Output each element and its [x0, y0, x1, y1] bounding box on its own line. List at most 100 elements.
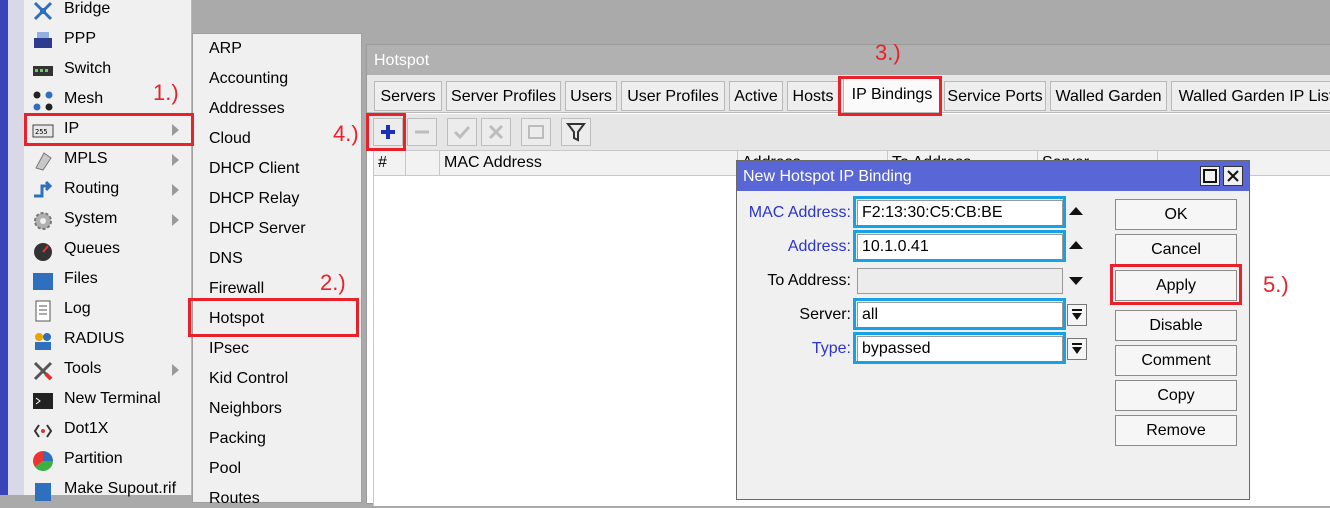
tab-service-ports[interactable]: Service Ports — [944, 81, 1046, 111]
tab-servers[interactable]: Servers — [374, 81, 442, 111]
filter-button[interactable] — [561, 118, 591, 146]
copy-button[interactable]: Copy — [1115, 380, 1237, 411]
submenu-item-firewall[interactable]: Firewall — [209, 280, 264, 298]
switch-icon — [33, 66, 53, 76]
dialog-title: New Hotspot IP Binding — [743, 168, 912, 185]
tab-walled-garden-ip-list[interactable]: Walled Garden IP List — [1171, 81, 1330, 111]
menu-item-tools[interactable]: Tools — [24, 356, 192, 386]
menu-item-label: RADIUS — [64, 330, 125, 347]
enable-button[interactable] — [447, 118, 477, 146]
expand-down-icon[interactable] — [1069, 277, 1083, 285]
submenu-item-kid-control[interactable]: Kid Control — [209, 370, 288, 388]
menu-item-queues[interactable]: Queues — [24, 236, 192, 266]
hotspot-toolbar — [367, 114, 1330, 150]
disable-button[interactable] — [481, 118, 511, 146]
submenu-item-packing[interactable]: Packing — [209, 430, 266, 448]
menu-item-bridge[interactable]: Bridge — [24, 0, 192, 26]
menu-item-ppp[interactable]: PPP — [24, 26, 192, 56]
step-1-label: 1.) — [153, 80, 179, 105]
menu-item-new-terminal[interactable]: New Terminal — [24, 386, 192, 416]
bridge-icon — [33, 1, 53, 21]
step-2-label: 2.) — [320, 270, 346, 295]
close-button[interactable] — [1223, 166, 1243, 186]
to-address-input[interactable] — [857, 268, 1063, 294]
dropdown-arrow-icon[interactable] — [1067, 304, 1087, 326]
tab-walled-garden[interactable]: Walled Garden — [1050, 81, 1167, 111]
maximize-button[interactable] — [1200, 166, 1220, 186]
remove-button[interactable] — [407, 118, 437, 146]
tab-hosts[interactable]: Hosts — [787, 81, 839, 111]
menu-item-system[interactable]: System — [24, 206, 192, 236]
submenu-item-arp[interactable]: ARP — [209, 40, 242, 58]
ok-button[interactable]: OK — [1115, 199, 1237, 230]
submenu-item-neighbors[interactable]: Neighbors — [209, 400, 282, 418]
menu-item-partition[interactable]: Partition — [24, 446, 192, 476]
menu-item-log[interactable]: Log — [24, 296, 192, 326]
step-4-label: 4.) — [333, 121, 359, 146]
submenu-item-accounting[interactable]: Accounting — [209, 70, 288, 88]
menu-item-label: Mesh — [64, 90, 104, 107]
menu-item-files[interactable]: Files — [24, 266, 192, 296]
mpls-icon — [35, 152, 52, 171]
terminal-icon — [33, 393, 53, 409]
maximize-icon — [1203, 169, 1217, 183]
tab-user-profiles[interactable]: User Profiles — [621, 81, 725, 111]
mesh-icon — [33, 91, 53, 111]
tab-label: Service Ports — [947, 88, 1043, 105]
comment-button[interactable] — [521, 118, 551, 146]
column-header-number[interactable]: # — [374, 151, 406, 175]
menu-item-radius[interactable]: RADIUS — [24, 326, 192, 356]
tab-users[interactable]: Users — [565, 81, 617, 111]
cancel-button[interactable]: Cancel — [1115, 234, 1237, 265]
minus-icon — [415, 130, 429, 134]
to-address-label: To Address: — [767, 272, 851, 289]
remove-button[interactable]: Remove — [1115, 415, 1237, 446]
submenu-item-pool[interactable]: Pool — [209, 460, 241, 478]
tab-server-profiles[interactable]: Server Profiles — [446, 81, 561, 111]
highlight-type — [853, 332, 1066, 364]
filter-icon — [566, 123, 586, 142]
submenu-item-dns[interactable]: DNS — [209, 250, 243, 268]
step-3-label: 3.) — [875, 40, 901, 65]
column-header-flags[interactable] — [406, 151, 440, 175]
tab-label: Servers — [380, 88, 436, 105]
submenu-item-cloud[interactable]: Cloud — [209, 130, 251, 148]
submenu-item-dhcp-server[interactable]: DHCP Server — [209, 220, 306, 238]
highlight-ip-menu — [24, 113, 194, 146]
highlight-ip-bindings-tab — [838, 76, 942, 116]
column-header-mac-address[interactable]: MAC Address — [440, 151, 738, 175]
supout-icon — [35, 483, 51, 501]
submenu-item-routes[interactable]: Routes — [209, 490, 260, 508]
radius-icon — [35, 333, 51, 350]
menu-item-label: Queues — [64, 240, 121, 257]
menu-item-mpls[interactable]: MPLS — [24, 146, 192, 176]
submenu-item-dhcp-client[interactable]: DHCP Client — [209, 160, 299, 178]
address-label: Address: — [787, 238, 851, 255]
submenu-item-addresses[interactable]: Addresses — [209, 100, 285, 118]
step-5-label: 5.) — [1263, 272, 1289, 297]
cross-icon — [488, 124, 504, 140]
comment-button[interactable]: Comment — [1115, 345, 1237, 376]
menu-item-make-supout[interactable]: Make Supout.rif — [24, 476, 192, 506]
server-label: Server: — [799, 306, 851, 323]
menu-item-label: Routing — [64, 180, 120, 197]
comment-icon — [528, 125, 544, 139]
highlight-mac-address — [853, 196, 1066, 228]
dropdown-arrow-icon[interactable] — [1067, 338, 1087, 360]
tab-label: Walled Garden IP List — [1178, 88, 1330, 105]
tab-active[interactable]: Active — [729, 81, 783, 111]
menu-item-routing[interactable]: Routing — [24, 176, 192, 206]
folder-icon — [33, 273, 53, 290]
collapse-up-icon[interactable] — [1069, 207, 1083, 215]
submenu-item-dhcp-relay[interactable]: DHCP Relay — [209, 190, 299, 208]
ip-submenu: ARP Accounting Addresses Cloud DHCP Clie… — [192, 33, 362, 507]
menu-item-dot1x[interactable]: Dot1X — [24, 416, 192, 446]
hotspot-titlebar[interactable]: Hotspot — [367, 45, 1330, 75]
dialog-titlebar[interactable]: New Hotspot IP Binding — [737, 161, 1249, 191]
submenu-item-ipsec[interactable]: IPsec — [209, 340, 249, 358]
disable-button[interactable]: Disable — [1115, 310, 1237, 341]
highlight-address — [853, 230, 1066, 262]
menu-item-label: Make Supout.rif — [64, 480, 177, 497]
collapse-up-icon[interactable] — [1069, 241, 1083, 249]
menu-item-label: Files — [64, 270, 98, 287]
